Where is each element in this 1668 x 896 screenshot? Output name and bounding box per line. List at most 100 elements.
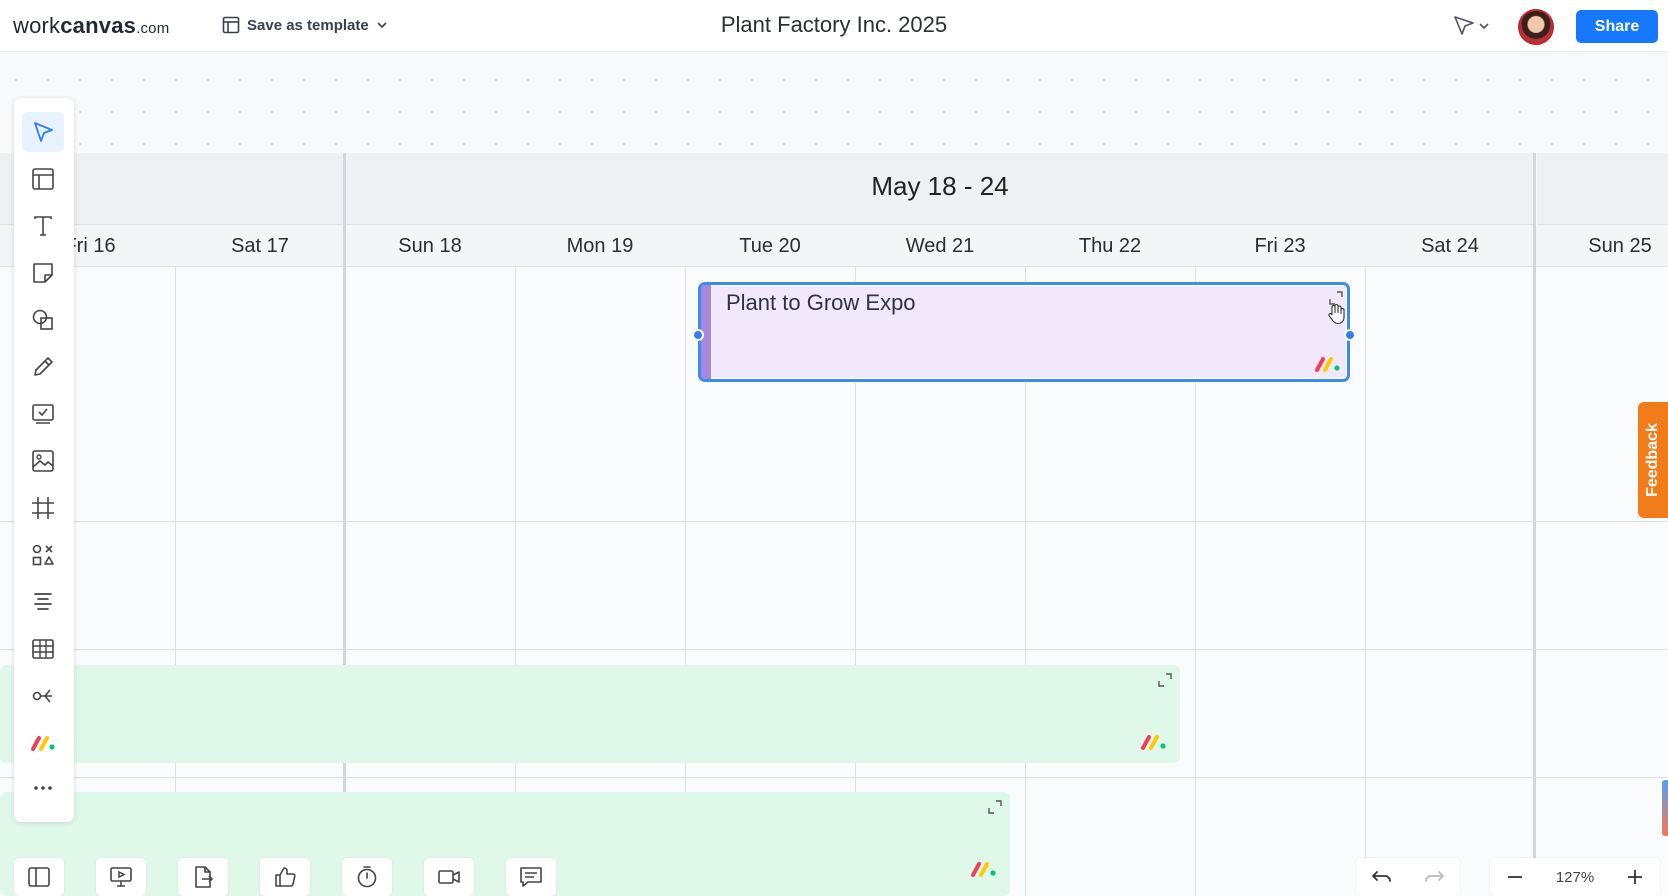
monday-logo-icon <box>971 862 996 877</box>
week-divider <box>1533 153 1536 896</box>
presentation-mode-button[interactable] <box>1452 14 1490 38</box>
monday-logo-icon <box>1141 735 1166 750</box>
day-label: Fri 23 <box>1254 235 1306 257</box>
undo-icon <box>1372 871 1391 882</box>
hand-cursor-icon <box>1328 304 1345 325</box>
sidebar-icon <box>28 867 50 887</box>
select-icon <box>34 122 53 142</box>
table-icon <box>32 639 54 659</box>
cursor-arrow-icon <box>1454 16 1474 35</box>
workcanvas-logo[interactable]: workcanvas.com <box>13 13 169 39</box>
text-icon <box>34 216 52 236</box>
timer-button[interactable] <box>342 858 392 896</box>
share-button[interactable]: Share <box>1576 10 1658 43</box>
export-button[interactable] <box>178 858 228 896</box>
week-title: May 18 - 24 <box>871 171 1009 201</box>
image-tool[interactable] <box>22 441 64 481</box>
mind-map-tool[interactable] <box>22 676 64 716</box>
day-label: Thu 22 <box>1078 235 1142 257</box>
day-header-row: Fri 16 Sat 17 Sun 18 Mon 19 Tue 20 Wed 2… <box>0 225 1668 267</box>
thumbs-up-icon <box>275 867 296 887</box>
save-as-template-label: Save as template <box>247 16 369 34</box>
day-label: Sun 25 <box>1588 235 1652 257</box>
event-title[interactable]: Plant to Grow Expo <box>726 290 916 316</box>
table-tool[interactable] <box>22 629 64 669</box>
video-icon <box>438 870 460 884</box>
bottom-toolbar <box>14 858 556 896</box>
undo-button[interactable] <box>1356 858 1408 896</box>
resize-handle-left[interactable] <box>692 329 704 341</box>
diagram-shapes-tool[interactable] <box>22 535 64 575</box>
logo-text-main: work <box>13 13 61 38</box>
zoom-level[interactable]: 127% <box>1540 869 1610 886</box>
comment-button[interactable] <box>506 858 556 896</box>
feedback-tab[interactable]: Feedback <box>1638 402 1668 518</box>
present-button[interactable] <box>96 858 146 896</box>
save-as-template-button[interactable]: Save as template <box>222 16 388 34</box>
week-header: May 18 - 24 <box>345 153 1535 225</box>
more-icon <box>34 786 52 790</box>
whiteboard-canvas[interactable]: workcanvas.com Save as template Plant Fa… <box>0 0 1668 896</box>
monday-icon <box>31 736 55 751</box>
image-icon <box>32 450 54 472</box>
event-card-plant-to-grow-expo[interactable]: Plant to Grow Expo <box>692 282 1356 382</box>
monday-logo-icon <box>1315 357 1340 372</box>
undo-redo-group <box>1356 858 1460 896</box>
chevron-down-icon <box>377 22 387 29</box>
day-label: Mon 19 <box>566 235 634 257</box>
mind-map-icon <box>32 689 52 703</box>
align-tool[interactable] <box>22 582 64 622</box>
shapes-tool[interactable] <box>22 300 64 340</box>
feedback-label: Feedback <box>1644 423 1661 497</box>
plus-icon <box>1628 870 1642 884</box>
shapes-icon <box>32 309 53 330</box>
template-tool[interactable] <box>22 159 64 199</box>
pen-tool[interactable] <box>22 347 64 387</box>
monday-integration-tool[interactable] <box>22 723 64 763</box>
timer-icon <box>357 866 377 888</box>
zoom-controls: 127% <box>1490 858 1660 896</box>
present-icon <box>110 867 132 887</box>
template-icon <box>222 16 240 34</box>
select-tool[interactable] <box>22 112 64 152</box>
grid-row-line <box>0 521 1668 522</box>
export-icon <box>195 866 213 888</box>
next-week-header <box>1537 153 1668 225</box>
event-card-green-1[interactable] <box>0 665 1180 763</box>
sticky-note-tool[interactable] <box>22 253 64 293</box>
zoom-out-button[interactable] <box>1490 858 1540 896</box>
day-label: Sun 18 <box>398 235 462 257</box>
document-title[interactable]: Plant Factory Inc. 2025 <box>721 12 947 37</box>
expand-icon[interactable] <box>1158 673 1172 687</box>
text-tool[interactable] <box>22 206 64 246</box>
side-panel-peek[interactable] <box>1662 780 1668 836</box>
more-tools-button[interactable] <box>22 768 64 808</box>
grid-row-line <box>0 649 1668 650</box>
left-toolbar <box>14 98 74 822</box>
align-icon <box>34 593 52 610</box>
sticky-note-icon <box>33 263 53 283</box>
calendar-board: May 18 - 24 Fri 16 Sat 17 Sun 18 Mon 19 … <box>0 153 1668 896</box>
chevron-down-icon <box>1479 23 1489 30</box>
redo-icon <box>1425 871 1444 882</box>
task-tool[interactable] <box>22 394 64 434</box>
top-bar: workcanvas.com Save as template Plant Fa… <box>0 0 1668 52</box>
minus-icon <box>1508 876 1522 878</box>
grid-column-line <box>1365 267 1366 896</box>
sidebar-toggle-button[interactable] <box>14 858 64 896</box>
template-icon <box>32 168 54 190</box>
expand-icon[interactable] <box>988 800 1002 814</box>
day-label: Tue 20 <box>739 235 801 257</box>
vote-button[interactable] <box>260 858 310 896</box>
redo-button[interactable] <box>1408 858 1460 896</box>
video-call-button[interactable] <box>424 858 474 896</box>
frame-tool[interactable] <box>22 488 64 528</box>
pen-icon <box>34 357 53 376</box>
resize-handle-right[interactable] <box>1344 329 1356 341</box>
day-label: Sat 17 <box>231 235 289 257</box>
task-icon <box>32 404 54 424</box>
user-avatar[interactable] <box>1518 9 1554 45</box>
comment-icon <box>520 867 542 887</box>
zoom-in-button[interactable] <box>1610 858 1660 896</box>
grid-row-line <box>0 777 1668 778</box>
